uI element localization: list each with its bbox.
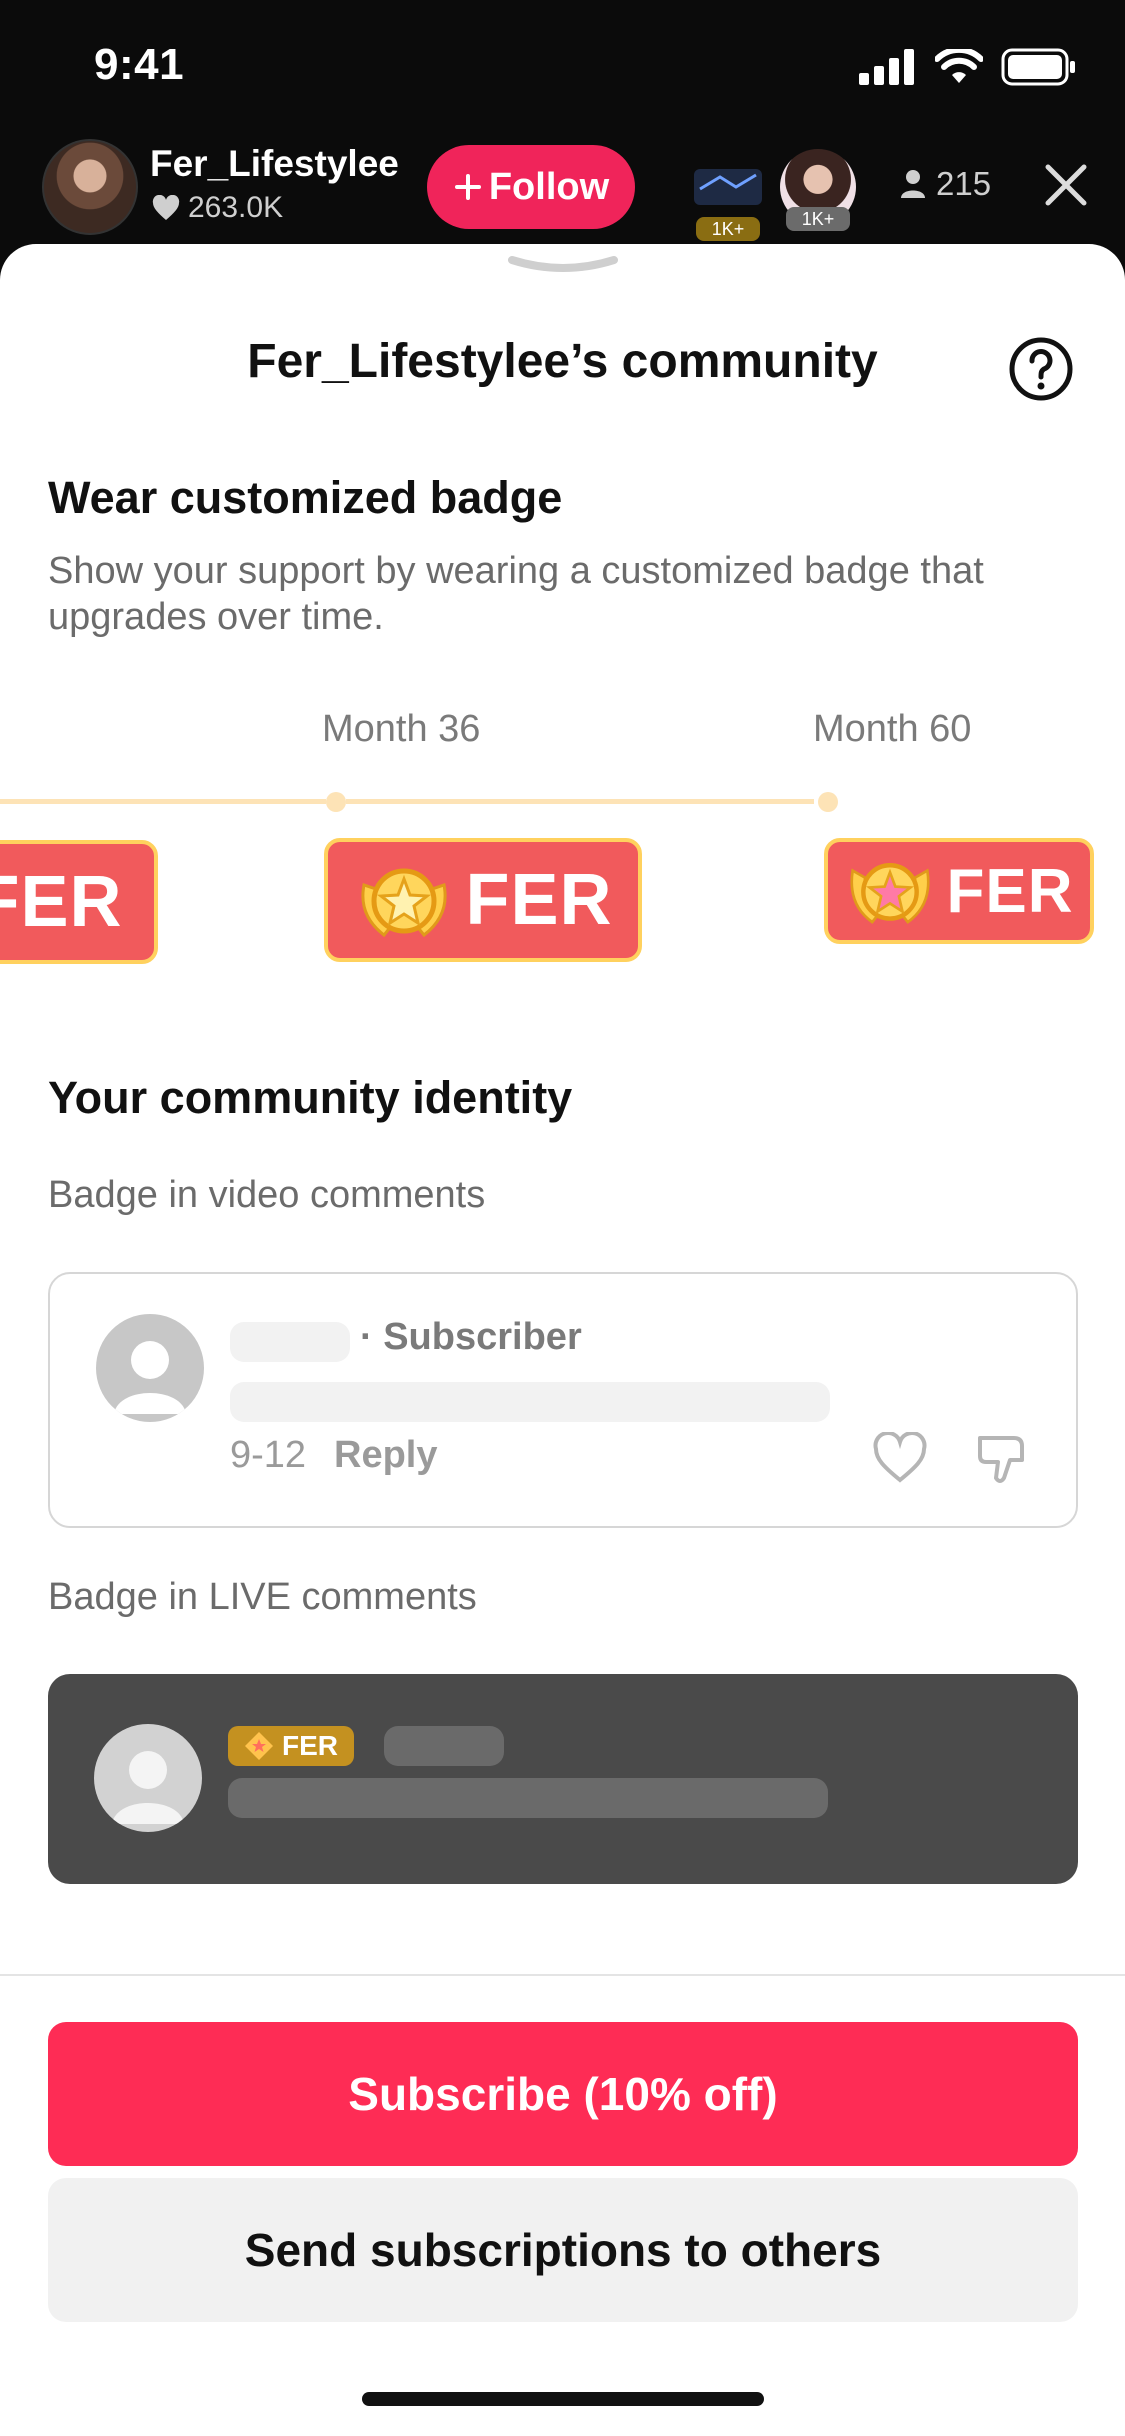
close-icon[interactable] — [1040, 159, 1092, 211]
star-emblem-icon — [361, 868, 446, 938]
star-emblem-icon — [245, 1732, 273, 1760]
progress-dot — [818, 792, 838, 812]
host-likes-count: 263.0K — [188, 191, 284, 224]
live-badge-text: FER — [282, 1730, 338, 1761]
help-icon[interactable] — [1008, 336, 1074, 402]
viewer-avatar-icon — [694, 169, 762, 205]
status-bar: 9:41 — [0, 0, 1125, 140]
subscriber-label: · Subscriber — [360, 1316, 582, 1358]
live-badge-pill: FER — [228, 1726, 354, 1766]
video-comments-caption: Badge in video comments — [48, 1174, 486, 1216]
plus-icon — [454, 174, 481, 200]
badge-text: FER — [0, 862, 123, 942]
subscribe-button[interactable]: Subscribe (10% off) — [48, 2022, 1078, 2166]
milestone-label: Month 60 — [813, 708, 972, 750]
live-comments-caption: Badge in LIVE comments — [48, 1576, 477, 1618]
identity-section-heading: Your community identity — [48, 1072, 573, 1123]
community-sheet: Fer_Lifestylee’s community Wear customiz… — [0, 244, 1125, 2436]
progress-dot — [326, 792, 346, 812]
previous-badge[interactable]: FER — [0, 840, 158, 964]
heart-outline-icon[interactable] — [872, 1432, 928, 1484]
sheet-grabber-icon[interactable] — [508, 254, 618, 276]
cellular-signal-icon — [859, 49, 914, 85]
viewer-count-value: 215 — [936, 165, 992, 202]
badge-text: FER — [946, 856, 1074, 926]
top-viewer-2[interactable]: 1K+ — [780, 149, 856, 231]
follow-label: Follow — [488, 165, 610, 208]
reply-link[interactable]: Reply — [334, 1434, 437, 1477]
username-placeholder — [230, 1322, 350, 1362]
status-icons — [859, 48, 1077, 86]
badge-text: FER — [465, 860, 613, 940]
commenter-avatar — [94, 1724, 202, 1832]
person-icon — [901, 170, 925, 198]
badge-month-36[interactable]: FER — [324, 838, 642, 962]
send-subscriptions-button[interactable]: Send subscriptions to others — [48, 2178, 1078, 2322]
person-icon — [114, 1341, 186, 1414]
video-comment-preview: · Subscriber 9-12 Reply — [48, 1272, 1078, 1528]
comment-text-placeholder — [228, 1778, 828, 1818]
top-viewer-1[interactable]: 1K+ — [690, 159, 766, 241]
status-time: 9:41 — [94, 40, 185, 89]
actions-divider — [0, 1974, 1125, 1976]
person-icon — [112, 1751, 184, 1824]
comment-date: 9-12 — [230, 1434, 307, 1476]
heart-icon — [152, 195, 180, 220]
viewer-rank-tag: 1K+ — [696, 217, 760, 241]
follow-button[interactable]: Follow — [427, 145, 635, 229]
battery-icon — [1001, 48, 1075, 86]
viewer-rank-tag: 1K+ — [786, 207, 850, 231]
commenter-avatar — [96, 1314, 204, 1422]
progress-track — [346, 799, 814, 804]
milestone-label: Month 36 — [322, 708, 481, 750]
badge-section-description: Show your support by wearing a customize… — [48, 550, 984, 638]
sheet-title: Fer_Lifestylee’s community — [247, 335, 878, 388]
badge-section-heading: Wear customized badge — [48, 472, 563, 523]
wifi-icon — [935, 49, 983, 83]
screen: 9:41 Fer_Lifestylee 263.0K Follow 1K+ 1K… — [0, 0, 1125, 2436]
home-indicator[interactable] — [362, 2392, 764, 2406]
dislike-icon[interactable] — [974, 1430, 1032, 1488]
host-avatar[interactable] — [42, 139, 138, 235]
live-header: Fer_Lifestylee 263.0K Follow 1K+ 1K+ 215 — [0, 135, 1125, 245]
viewer-count[interactable]: 215 — [900, 165, 991, 203]
progress-track — [0, 799, 326, 804]
live-comment-preview: FER — [48, 1674, 1078, 1884]
host-likes: 263.0K — [152, 191, 283, 225]
comment-text-placeholder — [230, 1382, 830, 1422]
star-emblem-icon — [849, 863, 930, 924]
host-name[interactable]: Fer_Lifestylee — [150, 143, 399, 185]
username-placeholder — [384, 1726, 504, 1766]
badge-month-60[interactable]: FER — [824, 838, 1094, 944]
